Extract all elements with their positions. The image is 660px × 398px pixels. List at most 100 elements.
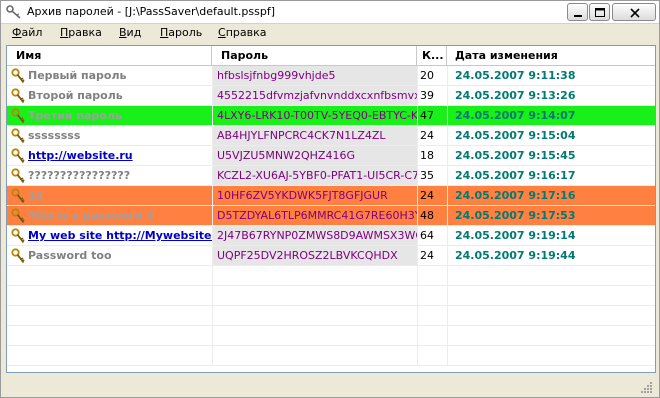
row-name: This is a password 3 <box>28 209 154 222</box>
title-bar[interactable]: Архив паролей - [J:\PassSaver\default.ps… <box>1 1 659 24</box>
menu-password-label: ароль <box>168 26 203 39</box>
main-window: Архив паролей - [J:\PassSaver\default.ps… <box>0 0 660 398</box>
list-header: Имя Пароль К... Дата изменения <box>7 46 655 66</box>
column-divider <box>447 306 448 326</box>
row-password: D5TZDYAL6TLP6MMRC41G7RE60H3YBK7GX5RP <box>212 206 417 225</box>
menu-file[interactable]: Файл <box>12 26 42 39</box>
column-divider <box>212 346 213 366</box>
list-row[interactable]: Первый пароль hfbslsjfnbg999vhjde5 20 24.05… <box>7 66 655 86</box>
column-header-password[interactable]: Пароль <box>212 46 417 65</box>
row-length: 20 <box>417 66 447 85</box>
row-name: Третий пароль <box>28 109 122 122</box>
row-length: 39 <box>417 86 447 105</box>
menu-view-label: ид <box>126 26 142 39</box>
status-bar <box>6 377 656 395</box>
list-row[interactable]: http://website.ru U5VJZU5MNW2QHZ416G 18 24.… <box>7 146 655 166</box>
row-length: 64 <box>417 226 447 245</box>
menu-help[interactable]: Справка <box>218 26 266 39</box>
minimize-icon <box>574 15 582 17</box>
window-title: Архив паролей - [J:\PassSaver\default.ps… <box>27 5 276 18</box>
column-divider <box>447 286 448 306</box>
row-date: 24.05.2007 9:17:53 <box>447 206 655 225</box>
row-password: U5VJZU5MNW2QHZ416G <box>212 146 417 165</box>
list-row[interactable]: 12 10HF6ZV5YKDWK5FJT8GFJGUR 24 24.05.2007 9… <box>7 186 655 206</box>
column-divider <box>447 326 448 346</box>
menu-view[interactable]: Вид <box>119 26 141 39</box>
row-date: 24.05.2007 9:15:45 <box>447 146 655 165</box>
column-divider <box>417 326 418 346</box>
column-divider <box>417 286 418 306</box>
column-divider <box>417 306 418 326</box>
row-name: Password too <box>28 249 112 262</box>
row-length: 24 <box>417 246 447 265</box>
row-date: 24.05.2007 9:15:04 <box>447 126 655 145</box>
row-password: UQPF25DV2HROSZ2LBVKCQHDX <box>212 246 417 265</box>
list-row[interactable]: Второй пароль 4552215dfvmzjafvnvnddxcxnfb… <box>7 86 655 106</box>
row-password: AB4HJYLFNPCRC4CK7N1LZ4ZL <box>212 126 417 145</box>
row-name: ssssssss <box>28 129 81 142</box>
row-date: 24.05.2007 9:19:14 <box>447 226 655 245</box>
row-length: 24 <box>417 186 447 205</box>
empty-row <box>7 306 655 326</box>
row-date: 24.05.2007 9:17:16 <box>447 186 655 205</box>
row-length: 47 <box>417 106 447 125</box>
row-length: 18 <box>417 146 447 165</box>
row-date: 24.05.2007 9:19:44 <box>447 246 655 265</box>
column-divider <box>417 346 418 366</box>
menu-edit-label: равка <box>68 26 102 39</box>
column-divider <box>447 346 448 366</box>
list-row[interactable]: This is a password 3 D5TZDYAL6TLP6MMRC41G… <box>7 206 655 226</box>
list-row[interactable]: ???????????????? KCZL2-XU6AJ-5YBF0-PFAT1-… <box>7 166 655 186</box>
menu-file-label: айл <box>21 26 43 39</box>
row-date: 24.05.2007 9:16:17 <box>447 166 655 185</box>
column-divider <box>212 306 213 326</box>
menu-help-accel: С <box>218 26 226 39</box>
row-name: 12 <box>28 189 44 202</box>
list-row[interactable]: Третий пароль 4LXY6-LRK10-T00TV-5YEQ0-EBT… <box>7 106 655 126</box>
row-password: 4LXY6-LRK10-T00TV-5YEQ0-EBTYC-KKJ5G-8XT <box>212 106 417 125</box>
row-name: My web site http://Mywebsite.com <box>28 229 212 242</box>
column-divider <box>417 266 418 286</box>
menu-view-accel: В <box>119 26 127 39</box>
row-date: 24.05.2007 9:11:38 <box>447 66 655 85</box>
row-date: 24.05.2007 9:14:07 <box>447 106 655 125</box>
column-divider <box>212 326 213 346</box>
column-header-date[interactable]: Дата изменения <box>447 46 655 65</box>
maximize-icon <box>595 8 605 17</box>
list-row[interactable]: My web site http://Mywebsite.com2J47B67R… <box>7 226 655 246</box>
row-name: http://website.ru <box>28 149 133 162</box>
empty-row <box>7 346 655 366</box>
close-icon <box>630 8 640 18</box>
column-divider <box>212 266 213 286</box>
list-row[interactable]: Password too UQPF25DV2HROSZ2LBVKCQHDX 24 24… <box>7 246 655 266</box>
row-length: 35 <box>417 166 447 185</box>
keys-icon <box>6 5 21 19</box>
row-length: 24 <box>417 126 447 145</box>
row-name: ???????????????? <box>28 169 131 182</box>
row-password: KCZL2-XU6AJ-5YBF0-PFAT1-UI5CR-C7TKX <box>212 166 417 185</box>
column-header-name[interactable]: Имя <box>7 46 212 65</box>
row-password: 2J47B67RYNP0ZMWS8D9AWMSX3WGUNT6L <box>212 226 417 245</box>
minimize-button[interactable] <box>567 3 588 21</box>
column-divider <box>212 286 213 306</box>
column-header-length[interactable]: К... <box>417 46 447 65</box>
row-password: hfbslsjfnbg999vhjde5 <box>212 66 417 85</box>
empty-row <box>7 326 655 346</box>
menu-edit[interactable]: Правка <box>60 26 102 39</box>
row-password: 4552215dfvmzjafvnvnddxcxnfbsmvxcnfxsdfgh <box>212 86 417 105</box>
empty-row <box>7 286 655 306</box>
maximize-button[interactable] <box>589 3 610 21</box>
menu-password[interactable]: Пароль <box>160 26 202 39</box>
close-button[interactable] <box>612 3 656 21</box>
row-date: 24.05.2007 9:13:26 <box>447 86 655 105</box>
password-list[interactable]: Имя Пароль К... Дата изменения Первый па… <box>6 45 656 373</box>
row-name: Второй пароль <box>28 89 123 102</box>
menu-bar: Файл Правка Вид Пароль Справка <box>1 24 659 42</box>
row-name: Первый пароль <box>28 69 127 82</box>
list-row[interactable]: ssssssss AB4HJYLFNPCRC4CK7N1LZ4ZL 24 24.05.… <box>7 126 655 146</box>
menu-help-label: правка <box>225 26 267 39</box>
resize-grip-icon[interactable] <box>641 381 653 393</box>
column-divider <box>447 266 448 286</box>
empty-row <box>7 266 655 286</box>
row-password: 10HF6ZV5YKDWK5FJT8GFJGUR <box>212 186 417 205</box>
